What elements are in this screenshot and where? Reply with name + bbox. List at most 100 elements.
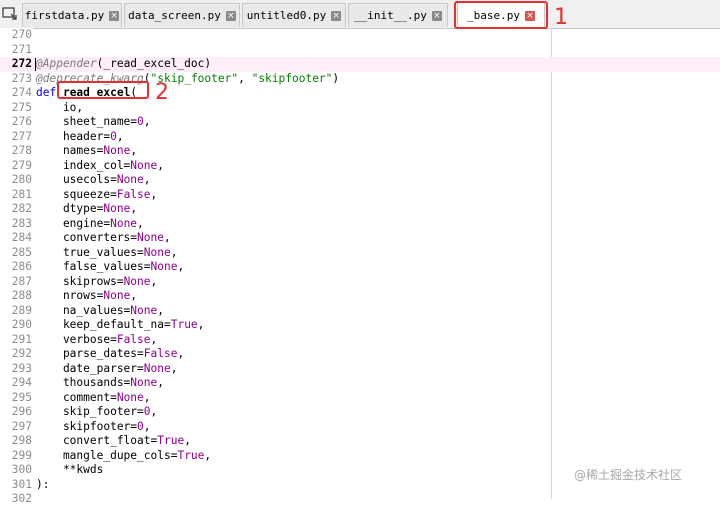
code-text: skiprows=None, (36, 275, 157, 290)
code-token: ): (36, 477, 50, 491)
line-number: 273 (11, 71, 32, 85)
close-icon[interactable]: × (225, 10, 236, 21)
code-text: convert_float=True, (36, 434, 191, 449)
line-number: 270 (11, 28, 32, 41)
tab-list-icon[interactable] (2, 5, 18, 21)
close-icon[interactable]: × (431, 10, 442, 21)
tab-firstdata[interactable]: firstdata.py × (22, 3, 122, 27)
code-token: , (157, 158, 164, 172)
code-token: None (137, 231, 164, 244)
line-number: 274 (11, 86, 32, 99)
code-token: , (184, 434, 191, 447)
code-line: 289 na_values=None, (0, 304, 720, 319)
code-token: None (103, 202, 131, 215)
code-token: , (143, 173, 151, 186)
code-token: 0 (143, 405, 151, 418)
code-line: 293 date_parser=None, (0, 362, 720, 377)
code-token: , (130, 144, 138, 157)
code-token: , (143, 115, 151, 128)
code-text: keep_default_na=True, (36, 318, 204, 333)
code-text: io, (36, 101, 83, 116)
code-token: None (123, 274, 151, 288)
code-token: , (143, 390, 151, 404)
code-token: skiprows= (36, 274, 124, 288)
code-token: , (170, 245, 178, 259)
code-line: 283 engine=None, (0, 217, 720, 232)
code-text: header=0, (36, 130, 124, 145)
line-number: 295 (11, 390, 32, 404)
function-highlight-box (57, 81, 149, 99)
line-number: 299 (11, 448, 32, 462)
line-number: 296 (11, 405, 32, 418)
code-token: , (137, 216, 144, 230)
line-number: 271 (11, 42, 32, 56)
code-line: 275 io, (0, 101, 720, 116)
code-token: None (143, 245, 171, 259)
code-line: 287 skiprows=None, (0, 275, 720, 290)
code-text: ): (36, 478, 49, 493)
line-number: 301 (11, 477, 32, 491)
code-token: "skipfooter" (251, 71, 333, 85)
line-number: 300 (11, 463, 32, 476)
code-token: index_col= (36, 158, 131, 172)
code-token: None (130, 376, 158, 389)
code-token: dtype= (36, 202, 104, 215)
code-token: None (150, 260, 178, 273)
tab-label: untitled0.py (246, 9, 327, 22)
tab-data-screen[interactable]: data_screen.py × (124, 3, 240, 27)
code-token: , (164, 231, 171, 244)
code-line: 277 header=0, (0, 130, 720, 145)
code-token: True (170, 318, 198, 331)
code-text: verbose=False, (36, 333, 157, 348)
line-number: 276 (11, 115, 32, 128)
code-line: 282 dtype=None, (0, 202, 720, 217)
line-number: 281 (11, 187, 32, 201)
tab-label: data_screen.py (128, 9, 221, 22)
code-token: comment= (36, 390, 117, 404)
code-line: 288 nrows=None, (0, 289, 720, 304)
close-icon[interactable]: × (109, 10, 120, 21)
code-text: converters=None, (36, 231, 171, 246)
code-token: parse_dates= (36, 347, 144, 360)
text-cursor (35, 58, 36, 71)
code-text: na_values=None, (36, 304, 164, 319)
code-token: date_parser= (36, 361, 144, 375)
tab-label: __init__.py (354, 9, 427, 22)
code-token: None (130, 158, 158, 172)
code-text: parse_dates=False, (36, 347, 184, 362)
code-token: , (130, 289, 138, 302)
code-line: 271 (0, 43, 720, 58)
code-token: , (157, 303, 164, 317)
code-token: skip_footer= (36, 405, 144, 418)
tab-init[interactable]: __init__.py × (348, 3, 448, 27)
code-line: 299 mangle_dupe_cols=True, (0, 449, 720, 464)
code-token: , (177, 260, 185, 273)
code-token: None (143, 361, 171, 375)
line-number: 292 (11, 347, 32, 360)
code-token: , (116, 129, 124, 143)
line-number: 294 (11, 376, 32, 389)
code-line: 270 (0, 28, 720, 43)
close-icon[interactable]: × (331, 10, 342, 21)
code-text: date_parser=None, (36, 361, 178, 377)
tab-untitled0[interactable]: untitled0.py × (242, 3, 346, 27)
line-number: 298 (11, 434, 32, 447)
code-token: true_values= (36, 245, 144, 259)
code-token: , (150, 274, 158, 288)
line-number: 291 (11, 332, 32, 346)
code-token: , (197, 318, 205, 331)
code-token: , (170, 361, 178, 375)
code-line: 285 true_values=None, (0, 246, 720, 261)
code-token: None (103, 289, 131, 302)
code-token: False (143, 347, 178, 360)
code-token: , (130, 202, 138, 215)
code-token: na_values= (36, 303, 131, 317)
code-token: verbose= (36, 332, 117, 346)
code-token: None (130, 303, 158, 317)
code-token: mangle_dupe_cols= (36, 448, 178, 462)
code-line: 290 keep_default_na=True, (0, 318, 720, 333)
code-token: thousands= (36, 376, 131, 389)
code-text: skipfooter=0, (36, 420, 151, 435)
code-token: True (177, 448, 205, 462)
code-token: None (116, 390, 144, 404)
